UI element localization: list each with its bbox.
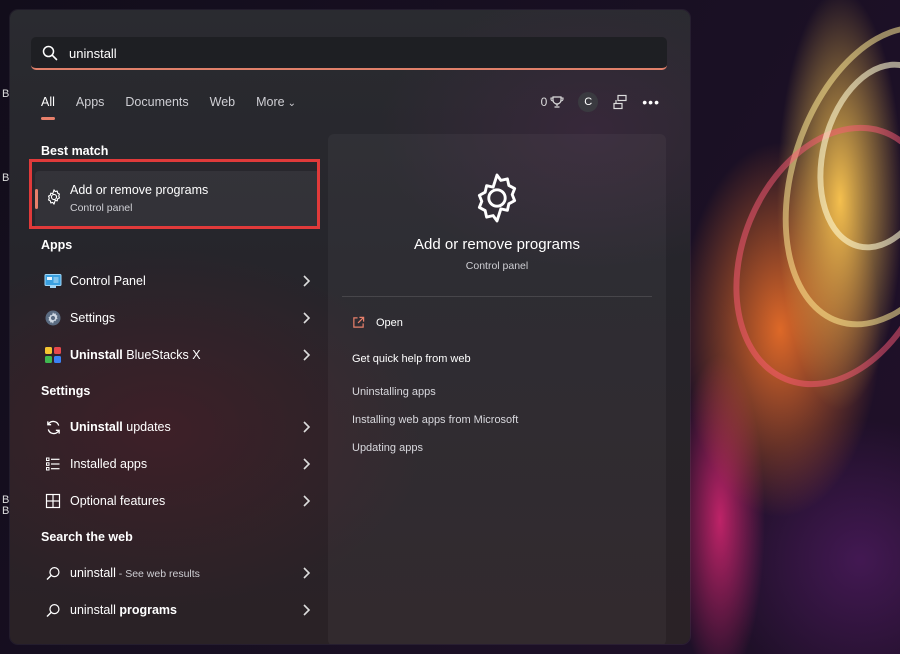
chevron-right-icon[interactable] (301, 566, 311, 580)
help-link[interactable]: Updating apps (352, 442, 423, 454)
gear-icon (47, 189, 61, 205)
search-icon (44, 601, 62, 619)
result-label-muted: - See web results (115, 568, 200, 580)
result-settings[interactable]: Settings (35, 303, 313, 333)
rewards-count: 0 (540, 95, 548, 109)
chevron-right-icon[interactable] (301, 494, 311, 508)
result-web-uninstall[interactable]: uninstall - See web results (35, 558, 313, 588)
gear-icon (477, 173, 517, 223)
desktop-icon-label: B (2, 505, 10, 517)
result-label-bold: programs (119, 603, 177, 617)
result-label-rest: BlueStacks X (122, 348, 201, 362)
section-best-match: Best match (41, 144, 109, 158)
section-settings: Settings (41, 384, 91, 398)
result-installed-apps[interactable]: Installed apps (35, 449, 313, 479)
tab-web[interactable]: Web (210, 95, 235, 115)
open-label: Open (376, 316, 403, 329)
result-label: Installed apps (70, 457, 148, 471)
chevron-right-icon[interactable] (301, 420, 311, 434)
search-icon (42, 45, 58, 61)
tab-all[interactable]: All (41, 95, 55, 120)
details-subtitle: Control panel (465, 260, 529, 272)
result-label-main: uninstall (70, 566, 116, 580)
best-match-subtitle: Control panel (70, 202, 133, 214)
section-search-web: Search the web (41, 530, 133, 544)
chevron-right-icon[interactable] (301, 603, 311, 617)
search-input[interactable] (67, 37, 631, 70)
settings-app-icon (44, 309, 62, 327)
best-match-title: Add or remove programs (70, 183, 209, 197)
result-uninstall-bluestacks[interactable]: Uninstall BlueStacks X (35, 340, 313, 370)
desktop-icon-label: B (2, 88, 10, 100)
result-label: Settings (70, 311, 116, 325)
best-match-result[interactable]: Add or remove programs Control panel (35, 171, 320, 229)
search-box[interactable] (31, 37, 667, 70)
result-label: Uninstall BlueStacks X (70, 348, 201, 362)
help-link[interactable]: Installing web apps from Microsoft (352, 414, 518, 426)
open-button[interactable]: Open (352, 316, 403, 329)
details-pane: Add or remove programs Control panel Ope… (328, 134, 666, 644)
result-uninstall-updates[interactable]: Uninstall updates (35, 412, 313, 442)
result-control-panel[interactable]: Control Panel (35, 266, 313, 296)
list-icon (44, 455, 62, 473)
result-label: Optional features (70, 494, 166, 508)
chevron-right-icon[interactable] (301, 274, 311, 288)
result-label-bold: Uninstall (70, 420, 123, 434)
divider (342, 296, 652, 297)
tab-more[interactable]: More ⌄ (256, 95, 296, 115)
bluestacks-icon (44, 346, 62, 364)
refresh-icon (44, 418, 62, 436)
result-label: Uninstall updates (70, 420, 171, 434)
chevron-down-icon: ⌄ (287, 98, 296, 109)
chevron-right-icon[interactable] (301, 348, 311, 362)
help-link[interactable]: Uninstalling apps (352, 386, 436, 398)
more-options-icon[interactable]: ••• (642, 94, 660, 110)
add-grid-icon (44, 492, 62, 510)
rewards-points[interactable]: 0 (541, 95, 565, 109)
search-icon (44, 564, 62, 582)
result-label-rest: updates (122, 420, 171, 434)
filter-tabs: All Apps Documents Web More ⌄ (41, 95, 317, 120)
trophy-icon (550, 96, 564, 108)
open-external-icon (353, 316, 365, 328)
result-optional-features[interactable]: Optional features (35, 486, 313, 516)
details-title: Add or remove programs (414, 236, 580, 253)
avatar[interactable]: C (578, 92, 599, 112)
tab-documents[interactable]: Documents (125, 95, 188, 115)
tab-more-label: More (256, 95, 285, 109)
tab-apps[interactable]: Apps (76, 95, 105, 115)
chevron-right-icon[interactable] (301, 457, 311, 471)
control-panel-icon (44, 272, 62, 290)
result-label-main: uninstall (70, 603, 120, 617)
desktop-icon-label: B (2, 172, 10, 184)
network-devices-icon[interactable] (612, 94, 628, 110)
header-actions: 0 C ••• (541, 92, 660, 112)
result-label-bold: Uninstall (70, 348, 123, 362)
result-label: uninstall - See web results (70, 566, 200, 580)
result-web-uninstall-programs[interactable]: uninstall programs (35, 595, 313, 625)
help-section-title: Get quick help from web (352, 353, 471, 365)
chevron-right-icon[interactable] (301, 311, 311, 325)
result-label: Control Panel (70, 274, 146, 288)
section-apps: Apps (41, 238, 73, 252)
selection-indicator (35, 189, 38, 209)
search-flyout: All Apps Documents Web More⌄ 0 C ••• Bes… (10, 10, 690, 644)
result-label: uninstall programs (70, 603, 177, 617)
